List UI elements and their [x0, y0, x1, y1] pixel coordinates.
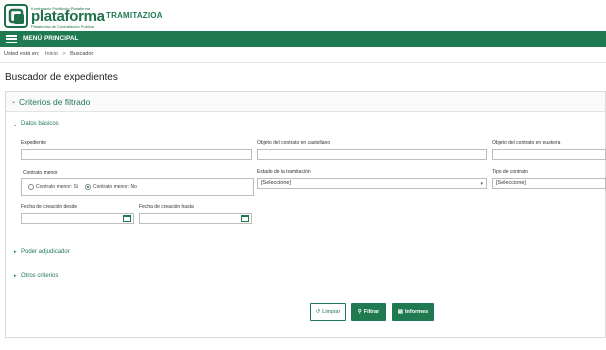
document-icon: ▤	[397, 309, 403, 315]
logo-subtitle-bottom: Plataforma de Contratación Pública	[31, 24, 94, 29]
estado-select[interactable]: [Seleccione] ▾	[257, 178, 487, 189]
breadcrumb-home-link[interactable]: Inicio	[45, 51, 58, 57]
filter-button-label: Filtrar	[363, 309, 380, 315]
fecha-desde-input[interactable]	[21, 213, 134, 224]
calendar-icon[interactable]	[241, 215, 249, 222]
logo[interactable]: Kontratazio Publikoko Plataforma platafo…	[4, 4, 105, 29]
fecha-hasta-input[interactable]	[139, 213, 252, 224]
contrato-menor-group: Contrato menor: Sí Contrato menor: No	[21, 178, 254, 196]
clear-button-label: Limpiar	[322, 309, 341, 315]
header: Kontratazio Publikoko Plataforma platafo…	[0, 0, 606, 30]
app-title: TRAMITAZIOA	[106, 11, 163, 20]
page-title: Buscador de expedientes	[5, 72, 118, 83]
filter-panel-title: Criterios de filtrado	[19, 97, 91, 107]
clear-button[interactable]: ↺ Limpiar	[310, 303, 346, 321]
logo-name: plataforma	[31, 8, 105, 25]
filter-panel-header[interactable]: ⌄ Criterios de filtrado	[6, 92, 605, 112]
section-adjudicator[interactable]: Poder adjudicador	[21, 249, 70, 255]
reports-button[interactable]: ▤ Informes	[392, 303, 434, 321]
contrato-menor-label: Contrato menor	[23, 170, 58, 176]
section-other-criteria[interactable]: Otros criterios	[21, 273, 58, 279]
chevron-right-icon: ▸	[14, 273, 17, 279]
filter-panel: ⌄ Criterios de filtrado ⌄ Datos básicos …	[5, 91, 606, 338]
breadcrumb-current: Buscador	[70, 51, 94, 57]
objeto-euskera-label: Objeto del contrato en euskera	[492, 140, 561, 146]
contrato-menor-si-label[interactable]: Contrato menor: Sí	[36, 184, 78, 190]
contrato-menor-no-radio[interactable]	[85, 184, 91, 190]
contrato-menor-si-radio[interactable]	[28, 184, 34, 190]
reports-button-label: Informes	[404, 309, 429, 315]
hamburger-icon[interactable]	[6, 35, 17, 44]
chevron-down-icon: ⌄	[11, 99, 17, 105]
expediente-input[interactable]	[21, 149, 252, 160]
tipo-contrato-value: [Seleccione]	[496, 180, 526, 186]
main-menu-bar: MENÚ PRINCIPAL	[0, 31, 606, 47]
section-basic-data[interactable]: Datos básicos	[21, 121, 59, 127]
undo-icon: ↺	[315, 309, 321, 315]
contrato-menor-no-label[interactable]: Contrato menor: No	[93, 184, 137, 190]
main-menu-button[interactable]: MENÚ PRINCIPAL	[23, 35, 79, 42]
breadcrumb-separator: >	[62, 51, 66, 57]
chevron-right-icon: ▸	[14, 249, 17, 255]
filter-button[interactable]: ⚲ Filtrar	[351, 303, 386, 321]
search-icon: ⚲	[357, 309, 362, 315]
chevron-down-icon: ⌄	[13, 122, 18, 128]
divider	[0, 62, 606, 63]
estado-value: [Seleccione]	[261, 180, 291, 186]
objeto-euskera-input[interactable]	[492, 149, 606, 160]
tipo-contrato-label: Tipo de contrato	[492, 169, 528, 175]
dropdown-arrow-icon: ▾	[480, 181, 483, 187]
objeto-castellano-input[interactable]	[257, 149, 487, 160]
calendar-icon[interactable]	[123, 215, 131, 222]
breadcrumb: Usted está en: Inicio > Buscador	[4, 51, 93, 57]
fecha-desde-label: Fecha de creación desde	[21, 204, 78, 210]
expediente-label: Expediente	[21, 140, 47, 146]
logo-icon	[4, 4, 28, 28]
estado-label: Estado de la tramitación	[257, 169, 311, 175]
breadcrumb-prefix: Usted está en:	[4, 51, 40, 57]
objeto-castellano-label: Objeto del contrato en castellano	[257, 140, 331, 146]
fecha-hasta-label: Fecha de creación hasta	[139, 204, 194, 210]
tipo-contrato-select[interactable]: [Seleccione]	[492, 178, 606, 189]
